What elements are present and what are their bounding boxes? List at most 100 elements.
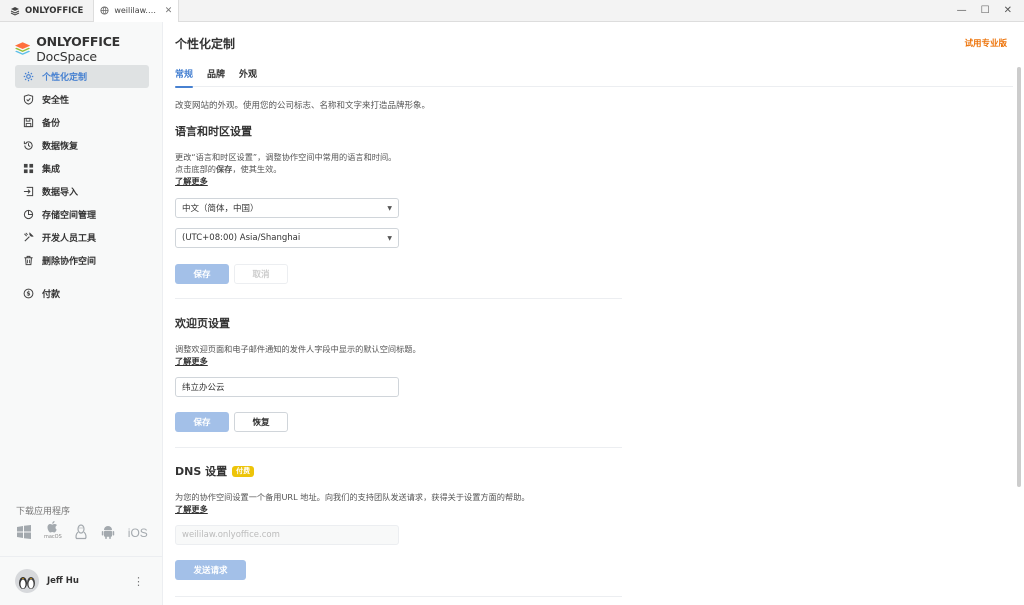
send-request-button[interactable]: 发送请求 bbox=[175, 560, 246, 580]
windows-icon[interactable] bbox=[16, 524, 32, 540]
sidebar-item-developer-tools[interactable]: 开发人员工具 bbox=[15, 226, 149, 249]
section-divider bbox=[175, 298, 622, 299]
tab-branding[interactable]: 品牌 bbox=[207, 67, 225, 87]
sidebar-item-label: 删除协作空间 bbox=[42, 257, 97, 267]
onlyoffice-logo-icon bbox=[10, 6, 20, 16]
page-title: 个性化定制 bbox=[175, 37, 236, 51]
main-scrollbar[interactable] bbox=[1013, 22, 1024, 605]
sidebar-item-backup[interactable]: 备份 bbox=[15, 111, 149, 134]
app-tab[interactable]: ONLYOFFICE bbox=[0, 0, 93, 22]
trial-pro-link[interactable]: 试用专业版 bbox=[964, 37, 1007, 49]
tab-general[interactable]: 常规 bbox=[175, 67, 194, 88]
sidebar-item-label: 存储空间管理 bbox=[42, 211, 97, 221]
learn-more-link[interactable]: 了解更多 bbox=[175, 503, 208, 515]
docspace-tab[interactable]: weililaw.onlyo... ✕ bbox=[93, 0, 180, 22]
onlyoffice-docspace-logo-icon bbox=[15, 42, 31, 55]
section-divider bbox=[175, 596, 622, 597]
sidebar-item-payment[interactable]: $ 付款 bbox=[15, 282, 149, 305]
nav-separator bbox=[15, 272, 149, 282]
dns-title: DNS 设置 bbox=[175, 465, 228, 478]
dns-url-input[interactable]: weililaw.onlyoffice.com bbox=[175, 525, 399, 545]
language-desc-pre: 点击底部的 bbox=[175, 164, 216, 174]
floppy-icon bbox=[23, 117, 34, 128]
globe-icon bbox=[100, 6, 109, 15]
section-description: 更改“语言和时区设置”，调整协作空间中常用的语言和时间。 点击底部的保存，使其生… bbox=[175, 151, 622, 175]
sidebar-item-label: 付款 bbox=[42, 290, 61, 300]
sidebar-item-restore[interactable]: 数据恢复 bbox=[15, 134, 149, 157]
sidebar-item-security[interactable]: 安全性 bbox=[15, 88, 149, 111]
settings-nav: 个性化定制 安全性 备份 数据恢复 集成 数据导入 存储空间管理 开发人员工具 … bbox=[15, 65, 149, 305]
language-desc-line1: 更改“语言和时区设置”，调整协作空间中常用的语言和时间。 bbox=[175, 152, 397, 162]
tab-appearance[interactable]: 外观 bbox=[239, 67, 257, 87]
docspace-logo[interactable]: ONLYOFFICE DocSpace bbox=[15, 34, 162, 64]
save-button[interactable]: 保存 bbox=[175, 412, 229, 432]
gear-icon bbox=[23, 71, 34, 82]
svg-text:$: $ bbox=[26, 291, 30, 298]
learn-more-link[interactable]: 了解更多 bbox=[175, 355, 208, 367]
save-button[interactable]: 保存 bbox=[175, 264, 229, 284]
ios-icon[interactable]: iOS bbox=[128, 526, 148, 540]
sidebar-item-data-import[interactable]: 数据导入 bbox=[15, 180, 149, 203]
scrollbar-thumb[interactable] bbox=[1017, 67, 1021, 487]
kebab-menu-icon[interactable]: ⋮ bbox=[133, 575, 144, 588]
storage-icon bbox=[23, 209, 34, 220]
shield-icon bbox=[23, 94, 34, 105]
user-name: Jeff Hu bbox=[47, 576, 79, 586]
logo-light: DocSpace bbox=[36, 49, 97, 64]
language-select[interactable]: 中文（简体，中国） ▼ bbox=[175, 198, 399, 218]
tab-title: weililaw.onlyo... bbox=[114, 6, 160, 15]
welcome-actions: 保存 恢复 bbox=[175, 412, 622, 432]
logo-bold: ONLYOFFICE bbox=[36, 34, 121, 49]
language-desc-bold: 保存 bbox=[215, 164, 233, 174]
section-description: 为您的协作空间设置一个备用URL 地址。向我们的支持团队发送请求，获得关于设置方… bbox=[175, 492, 530, 502]
timezone-select[interactable]: (UTC+08:00) Asia/Shanghai ▼ bbox=[175, 228, 399, 248]
sidebar-item-delete-space[interactable]: 删除协作空间 bbox=[15, 249, 149, 272]
minimize-icon[interactable]: — bbox=[957, 5, 967, 16]
logo-text: ONLYOFFICE DocSpace bbox=[36, 34, 162, 64]
sidebar-item-label: 安全性 bbox=[42, 96, 70, 106]
section-divider bbox=[175, 447, 622, 448]
paid-badge: 付费 bbox=[232, 465, 255, 477]
language-desc-line2: 点击底部的保存，使其生效。 bbox=[175, 163, 622, 175]
sidebar-item-label: 数据导入 bbox=[42, 188, 79, 198]
sidebar-item-label: 数据恢复 bbox=[42, 142, 79, 152]
payment-icon: $ bbox=[23, 288, 34, 299]
cancel-button[interactable]: 取消 bbox=[234, 264, 288, 284]
app-download-icons: macOS iOS bbox=[16, 520, 148, 540]
user-profile[interactable]: Jeff Hu ⋮ bbox=[0, 556, 162, 605]
sidebar-item-label: 集成 bbox=[42, 165, 61, 175]
close-window-icon[interactable]: ✕ bbox=[1004, 5, 1012, 16]
tools-icon bbox=[23, 232, 34, 243]
grid-icon bbox=[23, 163, 34, 174]
sidebar-item-customization[interactable]: 个性化定制 bbox=[15, 65, 149, 88]
trash-icon bbox=[23, 255, 34, 266]
tab-close-icon[interactable]: ✕ bbox=[165, 6, 173, 16]
language-timezone-section: 语言和时区设置 更改“语言和时区设置”，调整协作空间中常用的语言和时间。 点击底… bbox=[175, 123, 622, 284]
language-value: 中文（简体，中国） bbox=[182, 204, 259, 214]
sidebar-item-storage[interactable]: 存储空间管理 bbox=[15, 203, 149, 226]
macos-icon[interactable]: macOS bbox=[44, 520, 62, 540]
welcome-title-input[interactable]: 纬立办公云 bbox=[175, 377, 399, 397]
android-icon[interactable] bbox=[100, 524, 116, 540]
avatar[interactable] bbox=[15, 569, 39, 593]
section-title: 语言和时区设置 bbox=[175, 125, 252, 138]
welcome-page-section: 欢迎页设置 调整欢迎页面和电子邮件通知的发件人字段中显示的默认空间标题。 了解更… bbox=[175, 315, 622, 432]
sidebar-item-label: 备份 bbox=[42, 119, 61, 129]
section-title: 欢迎页设置 bbox=[175, 317, 230, 330]
language-actions: 保存 取消 bbox=[175, 264, 622, 284]
sidebar-item-label: 个性化定制 bbox=[42, 73, 88, 83]
import-icon bbox=[23, 186, 34, 197]
sidebar-item-integration[interactable]: 集成 bbox=[15, 157, 149, 180]
app-name: ONLYOFFICE bbox=[25, 5, 84, 16]
maximize-icon[interactable]: ☐ bbox=[981, 5, 990, 16]
linux-icon[interactable] bbox=[74, 524, 88, 540]
section-description: 调整欢迎页面和电子邮件通知的发件人字段中显示的默认空间标题。 bbox=[175, 344, 421, 354]
restore-button[interactable]: 恢复 bbox=[234, 412, 288, 432]
intro-text: 改变网站的外观。使用您的公司标志、名称和文字来打造品牌形象。 bbox=[175, 101, 431, 111]
section-title: DNS 设置 付费 bbox=[175, 463, 622, 479]
dns-settings-section: DNS 设置 付费 为您的协作空间设置一个备用URL 地址。向我们的支持团队发送… bbox=[175, 463, 622, 580]
language-desc-post: ，使其生效。 bbox=[232, 164, 282, 174]
chevron-down-icon: ▼ bbox=[387, 204, 392, 212]
learn-more-link[interactable]: 了解更多 bbox=[175, 175, 208, 187]
chevron-down-icon: ▼ bbox=[387, 234, 392, 242]
